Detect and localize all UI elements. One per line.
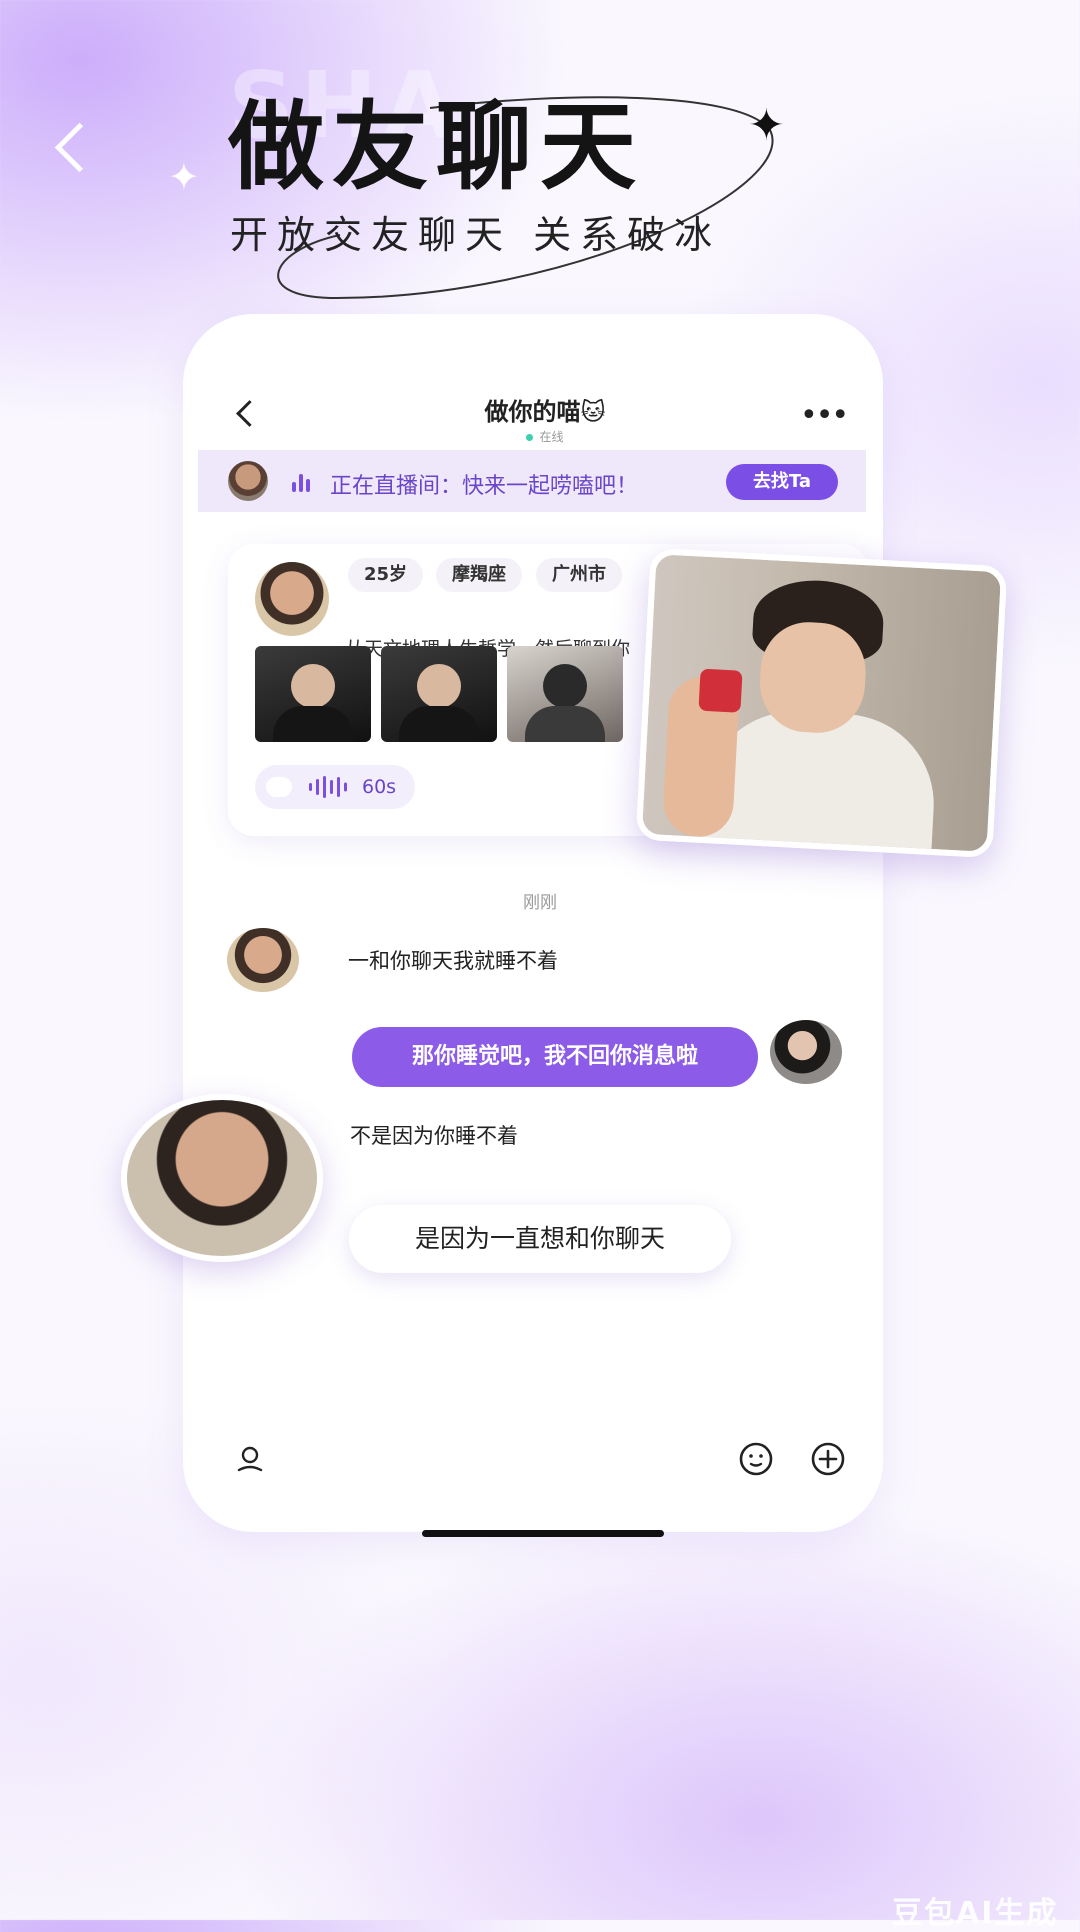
ai-watermark: 豆包AI生成 — [892, 1896, 1059, 1931]
voice-duration: 60s — [362, 776, 397, 798]
avatar[interactable] — [770, 1020, 842, 1084]
sparkle-icon: ✦ — [748, 100, 785, 151]
profile-photo[interactable] — [507, 646, 623, 742]
profile-photo[interactable] — [255, 646, 371, 742]
message-bubble-outgoing[interactable]: 那你睡觉吧，我不回你消息啦 — [352, 1027, 758, 1087]
online-dot-icon — [526, 434, 534, 441]
avatar[interactable] — [255, 562, 329, 636]
avatar[interactable] — [121, 1094, 323, 1262]
hero-subtitle: 开放交友聊天 关系破冰 — [230, 213, 722, 257]
profile-photo[interactable] — [381, 646, 497, 742]
play-icon — [266, 777, 292, 797]
chat-title: 做你的喵🐱 — [484, 398, 606, 426]
live-equalizer-icon — [292, 474, 314, 492]
voice-icon[interactable] — [235, 1444, 265, 1474]
plus-icon[interactable] — [810, 1441, 846, 1477]
more-icon[interactable]: ••• — [800, 401, 849, 431]
avatar[interactable] — [227, 928, 299, 992]
voice-wave-icon — [309, 776, 349, 798]
profile-tag-age: 25岁 — [348, 558, 424, 592]
emoji-icon[interactable] — [738, 1441, 774, 1477]
message-time: 刚刚 — [523, 893, 557, 913]
featured-photo[interactable] — [635, 547, 1008, 859]
live-banner-text: 正在直播间：快来一起唠嗑吧！ — [330, 474, 639, 499]
message-text: 一和你聊天我就睡不着 — [348, 949, 558, 973]
profile-tag-zodiac: 摩羯座 — [436, 558, 522, 592]
hero-title: 做友聊天 — [228, 91, 644, 203]
home-indicator — [422, 1530, 664, 1537]
message-bubble-incoming[interactable]: 是因为一直想和你聊天 — [349, 1205, 731, 1273]
online-status-text: 在线 — [539, 430, 564, 444]
message-text: 不是因为你睡不着 — [350, 1124, 518, 1148]
sparkle-icon: ✦ — [168, 155, 200, 199]
online-status: 在线 — [440, 428, 650, 445]
profile-tag-city: 广州市 — [536, 558, 622, 592]
find-ta-button[interactable]: 去找Ta — [726, 464, 838, 500]
avatar[interactable] — [228, 461, 268, 501]
